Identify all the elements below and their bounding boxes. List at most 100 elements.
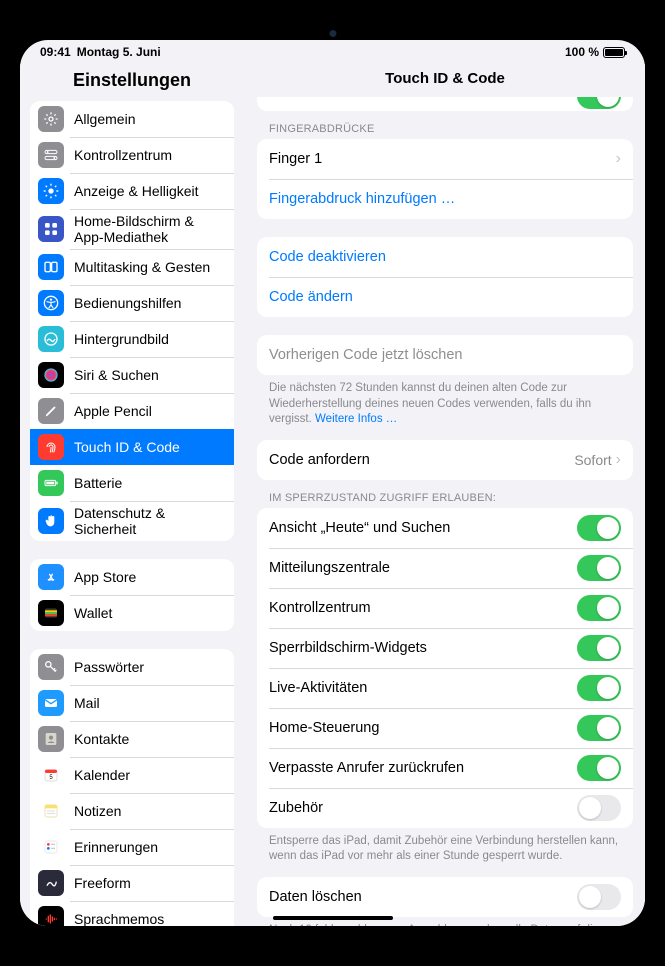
sidebar-item-allgemein[interactable]: Allgemein bbox=[30, 101, 234, 137]
sidebar-item-batterie[interactable]: Batterie bbox=[30, 465, 234, 501]
contacts-icon bbox=[38, 726, 64, 752]
change-code-row[interactable]: Code ändern bbox=[257, 277, 633, 317]
sidebar-item-label: Sprachmemos bbox=[74, 911, 164, 926]
sidebar-item-kalender[interactable]: 5Kalender bbox=[30, 757, 234, 793]
section-header-lockscreen: IM SPERRZUSTAND ZUGRIFF ERLAUBEN: bbox=[257, 480, 633, 508]
sidebar-item-label: Kontakte bbox=[74, 731, 129, 747]
delete-previous-code-label: Vorherigen Code jetzt löschen bbox=[269, 347, 462, 363]
switches-icon bbox=[38, 142, 64, 168]
toggle-partial[interactable] bbox=[577, 97, 621, 109]
multitask-icon bbox=[38, 254, 64, 280]
sidebar-item-label: Touch ID & Code bbox=[74, 439, 180, 455]
delete-previous-code-row[interactable]: Vorherigen Code jetzt löschen bbox=[257, 335, 633, 375]
sidebar-item-kontakte[interactable]: Kontakte bbox=[30, 721, 234, 757]
sidebar-item-hintergrundbild[interactable]: Hintergrundbild bbox=[30, 321, 234, 357]
delete-previous-code-footer: Die nächsten 72 Stunden kannst du deinen… bbox=[257, 375, 633, 430]
require-code-row[interactable]: Code anfordern Sofort › bbox=[257, 440, 633, 480]
add-fingerprint-row[interactable]: Fingerabdruck hinzufügen … bbox=[257, 179, 633, 219]
sidebar-item-kontrollzentrum[interactable]: Kontrollzentrum bbox=[30, 137, 234, 173]
sidebar-item-label: Datenschutz & Sicherheit bbox=[74, 505, 224, 537]
toggle-mitteilungszentrale[interactable] bbox=[577, 555, 621, 581]
freeform-icon bbox=[38, 870, 64, 896]
sidebar-item-label: App Store bbox=[74, 569, 136, 585]
toggle-zubeh-r[interactable] bbox=[577, 795, 621, 821]
sidebar-item-label: Allgemein bbox=[74, 111, 135, 127]
sidebar-item-label: Mail bbox=[74, 695, 100, 711]
lock-row-verpasste-anrufer-zur-ckrufen[interactable]: Verpasste Anrufer zurückrufen bbox=[257, 748, 633, 788]
pencil-icon bbox=[38, 398, 64, 424]
status-bar: 09:41 Montag 5. Juni 100 % bbox=[20, 40, 645, 64]
toggle-sperrbildschirm-widgets[interactable] bbox=[577, 635, 621, 661]
toggle-home-steuerung[interactable] bbox=[577, 715, 621, 741]
sidebar-item-datenschutz-sicherheit[interactable]: Datenschutz & Sicherheit bbox=[30, 501, 234, 541]
lock-row-home-steuerung[interactable]: Home-Steuerung bbox=[257, 708, 633, 748]
lock-row-label: Zubehör bbox=[269, 800, 323, 816]
sidebar-item-sprachmemos[interactable]: Sprachmemos bbox=[30, 901, 234, 926]
lock-row-ansicht-heute-und-suchen[interactable]: Ansicht „Heute“ und Suchen bbox=[257, 508, 633, 548]
sidebar-item-label: Home-Bildschirm & App-Mediathek bbox=[74, 213, 224, 245]
change-code-label: Code ändern bbox=[269, 289, 353, 305]
mail-icon bbox=[38, 690, 64, 716]
status-date: Montag 5. Juni bbox=[77, 45, 161, 59]
erase-data-row[interactable]: Daten löschen bbox=[257, 877, 633, 917]
lock-row-label: Kontrollzentrum bbox=[269, 600, 371, 616]
voice-icon bbox=[38, 906, 64, 926]
deactivate-code-label: Code deaktivieren bbox=[269, 249, 386, 265]
finger-1-row[interactable]: Finger 1 › bbox=[257, 139, 633, 179]
sidebar-item-anzeige-helligkeit[interactable]: Anzeige & Helligkeit bbox=[30, 173, 234, 209]
lock-row-zubeh-r[interactable]: Zubehör bbox=[257, 788, 633, 828]
lock-row-label: Mitteilungszentrale bbox=[269, 560, 390, 576]
notes-icon bbox=[38, 798, 64, 824]
add-fingerprint-label: Fingerabdruck hinzufügen … bbox=[269, 191, 455, 207]
sidebar-item-label: Erinnerungen bbox=[74, 839, 158, 855]
partial-row-top bbox=[257, 97, 633, 111]
toggle-verpasste-anrufer-zur-ckrufen[interactable] bbox=[577, 755, 621, 781]
sidebar-item-label: Bedienungshilfen bbox=[74, 295, 181, 311]
toggle-kontrollzentrum[interactable] bbox=[577, 595, 621, 621]
lock-row-live-aktivit-ten[interactable]: Live-Aktivitäten bbox=[257, 668, 633, 708]
sidebar-item-passw-rter[interactable]: Passwörter bbox=[30, 649, 234, 685]
sidebar-item-home-bildschirm-app-mediathek[interactable]: Home-Bildschirm & App-Mediathek bbox=[30, 209, 234, 249]
wallpaper-icon bbox=[38, 326, 64, 352]
sidebar-item-touch-id-code[interactable]: Touch ID & Code bbox=[30, 429, 234, 465]
sidebar-title: Einstellungen bbox=[20, 64, 244, 101]
sidebar-item-label: Batterie bbox=[74, 475, 122, 491]
wallet-icon bbox=[38, 600, 64, 626]
section-header-fingerprints: FINGERABDRÜCKE bbox=[257, 111, 633, 139]
key-icon bbox=[38, 654, 64, 680]
require-code-value: Sofort bbox=[574, 452, 611, 468]
sidebar-item-mail[interactable]: Mail bbox=[30, 685, 234, 721]
chevron-right-icon: › bbox=[616, 150, 621, 168]
status-time: 09:41 bbox=[40, 45, 71, 59]
lock-row-sperrbildschirm-widgets[interactable]: Sperrbildschirm-Widgets bbox=[257, 628, 633, 668]
detail-title: Touch ID & Code bbox=[245, 64, 645, 97]
erase-data-label: Daten löschen bbox=[269, 889, 362, 905]
lock-row-kontrollzentrum[interactable]: Kontrollzentrum bbox=[257, 588, 633, 628]
toggle-ansicht-heute-und-suchen[interactable] bbox=[577, 515, 621, 541]
lock-row-label: Sperrbildschirm-Widgets bbox=[269, 640, 427, 656]
lock-row-label: Home-Steuerung bbox=[269, 720, 379, 736]
lock-row-label: Ansicht „Heute“ und Suchen bbox=[269, 520, 450, 536]
deactivate-code-row[interactable]: Code deaktivieren bbox=[257, 237, 633, 277]
sidebar-item-apple-pencil[interactable]: Apple Pencil bbox=[30, 393, 234, 429]
toggle-live-aktivit-ten[interactable] bbox=[577, 675, 621, 701]
battery-icon bbox=[603, 47, 625, 58]
sidebar-item-erinnerungen[interactable]: Erinnerungen bbox=[30, 829, 234, 865]
more-info-link[interactable]: Weitere Infos … bbox=[315, 413, 397, 425]
sidebar-item-notizen[interactable]: Notizen bbox=[30, 793, 234, 829]
sidebar-item-bedienungshilfen[interactable]: Bedienungshilfen bbox=[30, 285, 234, 321]
sidebar-item-freeform[interactable]: Freeform bbox=[30, 865, 234, 901]
front-camera bbox=[329, 30, 336, 37]
sidebar-item-label: Notizen bbox=[74, 803, 121, 819]
sidebar-item-multitasking-gesten[interactable]: Multitasking & Gesten bbox=[30, 249, 234, 285]
sidebar-item-wallet[interactable]: Wallet bbox=[30, 595, 234, 631]
sidebar-item-app-store[interactable]: App Store bbox=[30, 559, 234, 595]
sidebar-item-label: Wallet bbox=[74, 605, 112, 621]
erase-data-toggle[interactable] bbox=[577, 884, 621, 910]
sidebar-item-siri-suchen[interactable]: Siri & Suchen bbox=[30, 357, 234, 393]
home-indicator[interactable] bbox=[273, 916, 393, 920]
lock-row-mitteilungszentrale[interactable]: Mitteilungszentrale bbox=[257, 548, 633, 588]
require-code-label: Code anfordern bbox=[269, 452, 370, 468]
fingerprint-icon bbox=[38, 434, 64, 460]
accessibility-icon bbox=[38, 290, 64, 316]
